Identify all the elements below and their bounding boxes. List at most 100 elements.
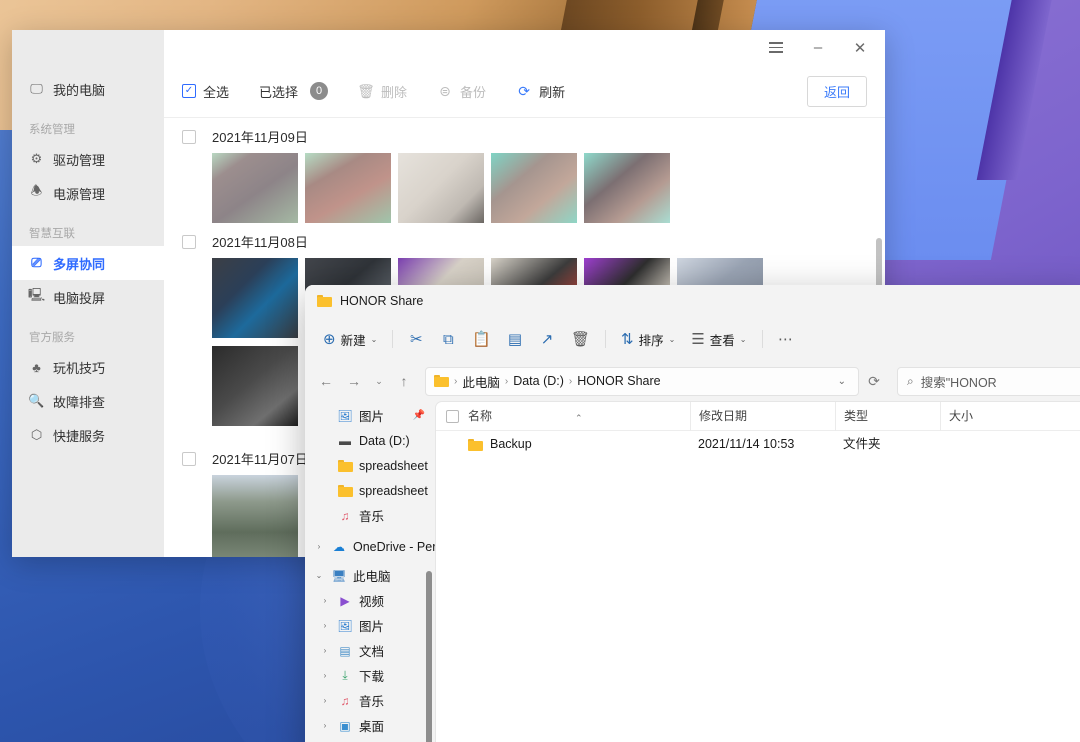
sidebar-item-my-computer[interactable]: 🖵 我的电脑 (12, 72, 164, 106)
column-header-label: 名称 (468, 408, 493, 423)
table-row[interactable]: Backup 2021/11/14 10:53 文件夹 (436, 431, 1080, 458)
photo-thumbnail[interactable] (212, 346, 298, 426)
multiscreen-icon: ⎚ (31, 255, 42, 270)
nav-item-music-quick[interactable]: ♫ 音乐 (305, 503, 435, 528)
sidebar-item-multiscreen[interactable]: ⎚ 多屏协同 (12, 246, 164, 280)
breadcrumb-segment-this-pc[interactable]: 此电脑 (462, 372, 500, 391)
select-all-button[interactable]: ✓ 全选 (182, 82, 229, 101)
twisty-icon[interactable]: › (319, 721, 331, 730)
nav-item-data-d[interactable]: ▬ Data (D:) (305, 428, 435, 453)
video-icon: ▶ (340, 593, 350, 608)
navigation-pane: 🖼 图片 📌 ▬ Data (D:) spreadsheet spreadshe… (305, 401, 435, 742)
sidebar-item-cast-screen[interactable]: 🖳 电脑投屏 (12, 280, 164, 314)
group-checkbox[interactable] (182, 451, 196, 466)
column-header-type[interactable]: 类型 (835, 402, 940, 431)
group-checkbox[interactable] (182, 234, 196, 249)
plus-circle-icon: ⊕ (323, 330, 336, 348)
folder-icon (434, 375, 449, 387)
sidebar-item-power-management[interactable]: 🕭 电源管理 (12, 176, 164, 210)
sidebar-item-tips[interactable]: ♣ 玩机技巧 (12, 350, 164, 384)
music-icon: ♫ (340, 693, 350, 708)
rename-button[interactable]: ▤ (499, 324, 531, 354)
twisty-icon[interactable]: › (319, 696, 331, 705)
up-icon[interactable]: ↑ (391, 368, 417, 394)
date-group-header[interactable]: 2021年11月09日 (164, 118, 885, 153)
refresh-button[interactable]: ⟳ 刷新 (516, 82, 565, 101)
sidebar-item-troubleshoot[interactable]: 🔍 故障排查 (12, 384, 164, 418)
tips-icon: ♣ (32, 359, 41, 375)
copy-button[interactable]: ⧉ (432, 324, 464, 354)
photo-thumbnail[interactable] (212, 475, 298, 557)
nav-item-music[interactable]: › ♫ 音乐 (305, 688, 435, 713)
nav-item-label: 此电脑 (353, 570, 391, 584)
close-button[interactable]: ✕ (839, 32, 881, 64)
photo-thumbnail[interactable] (584, 153, 670, 223)
sidebar-item-quick-service[interactable]: ⬡ 快捷服务 (12, 418, 164, 452)
view-label: 查看 (709, 333, 735, 348)
twisty-icon[interactable]: › (319, 596, 331, 605)
photo-thumbnail[interactable] (398, 153, 484, 223)
group-checkbox[interactable] (182, 129, 196, 144)
date-label: 2021年11月09日 (212, 130, 308, 145)
twisty-icon[interactable]: › (313, 542, 325, 551)
breadcrumb[interactable]: › 此电脑 › Data (D:) › HONOR Share ⌄ (425, 366, 859, 396)
nav-item-documents[interactable]: › ▤ 文档 (305, 638, 435, 663)
breadcrumb-segment-data-d[interactable]: Data (D:) (513, 374, 564, 388)
share-button[interactable]: ↗ (531, 324, 563, 354)
forward-icon[interactable]: → (341, 368, 367, 394)
column-header-modified[interactable]: 修改日期 (690, 402, 835, 431)
nav-item-desktop[interactable]: › ▣ 桌面 (305, 713, 435, 738)
photo-thumbnail[interactable] (212, 153, 298, 223)
nav-item-windows-c[interactable]: › ▬ Windows (C:) (305, 738, 435, 742)
minimize-button[interactable]: – (797, 32, 839, 64)
nav-item-label: 图片 (359, 620, 385, 634)
trash-icon: 🗑 (357, 82, 375, 99)
photo-thumbnail[interactable] (491, 153, 577, 223)
nav-item-onedrive[interactable]: › ☁ OneDrive - Perso (305, 534, 435, 559)
file-list: 名称 ⌃ 修改日期 类型 大小 Backup 2021/11/14 10:53 … (435, 401, 1080, 742)
new-button[interactable]: ⊕ 新建 ⌄ (315, 324, 385, 354)
pin-icon[interactable]: 📌 (413, 410, 435, 421)
nav-item-spreadsheet-1[interactable]: spreadsheet (305, 453, 435, 478)
menu-icon[interactable] (755, 32, 797, 64)
photo-thumbnail[interactable] (212, 258, 298, 338)
pictures-icon: 🖼 (337, 408, 353, 423)
nav-pane-scrollbar[interactable] (426, 571, 432, 742)
sidebar-item-label: 故障排查 (53, 394, 106, 410)
date-group-header[interactable]: 2021年11月08日 (164, 223, 885, 258)
delete-button[interactable]: 🗑 (563, 324, 598, 354)
nav-item-videos[interactable]: › ▶ 视频 (305, 588, 435, 613)
nav-item-this-pc[interactable]: ⌄ 🖥 此电脑 (305, 563, 435, 588)
checkbox-icon: ✓ (182, 84, 196, 98)
paste-button[interactable]: 📋 (464, 324, 499, 354)
backup-button[interactable]: ⊜ 备份 (437, 82, 486, 101)
folder-icon (468, 438, 483, 451)
refresh-icon[interactable]: ⟳ (861, 368, 887, 394)
explorer-toolbar: ⊕ 新建 ⌄ ✂ ⧉ 📋 ▤ ↗ 🗑 ⇅ 排序 ⌄ ☰ 查看 ⌄ ⋯ (305, 317, 1080, 361)
twisty-icon[interactable]: ⌄ (313, 571, 325, 580)
search-input[interactable]: ⌕ 搜索"HONOR (897, 366, 1080, 396)
cut-button[interactable]: ✂ (400, 324, 432, 354)
column-header-size[interactable]: 大小 (940, 402, 1020, 431)
select-all-checkbox[interactable] (446, 409, 459, 423)
nav-item-pictures-quick[interactable]: 🖼 图片 📌 (305, 403, 435, 428)
nav-item-downloads[interactable]: › ⤓ 下载 (305, 663, 435, 688)
nav-item-pictures[interactable]: › 🖼 图片 (305, 613, 435, 638)
sidebar-item-driver-management[interactable]: ⚙ 驱动管理 (12, 142, 164, 176)
back-button[interactable]: 返回 (806, 75, 867, 107)
twisty-icon[interactable]: › (319, 646, 331, 655)
twisty-icon[interactable]: › (319, 671, 331, 680)
recent-locations-icon[interactable]: ⌄ (369, 368, 389, 394)
back-icon[interactable]: ← (313, 368, 339, 394)
breadcrumb-segment-honor-share[interactable]: HONOR Share (577, 374, 660, 388)
more-button[interactable]: ⋯ (770, 324, 802, 354)
sort-button[interactable]: ⇅ 排序 ⌄ (613, 324, 683, 354)
view-button[interactable]: ☰ 查看 ⌄ (683, 324, 754, 354)
column-header-name[interactable]: 名称 ⌃ (460, 402, 690, 431)
photo-thumbnail[interactable] (305, 153, 391, 223)
twisty-icon[interactable]: › (319, 621, 331, 630)
chevron-down-icon[interactable]: ⌄ (834, 376, 850, 387)
select-all-label: 全选 (203, 84, 230, 100)
nav-item-spreadsheet-2[interactable]: spreadsheet (305, 478, 435, 503)
delete-button[interactable]: 🗑 删除 (357, 82, 407, 101)
